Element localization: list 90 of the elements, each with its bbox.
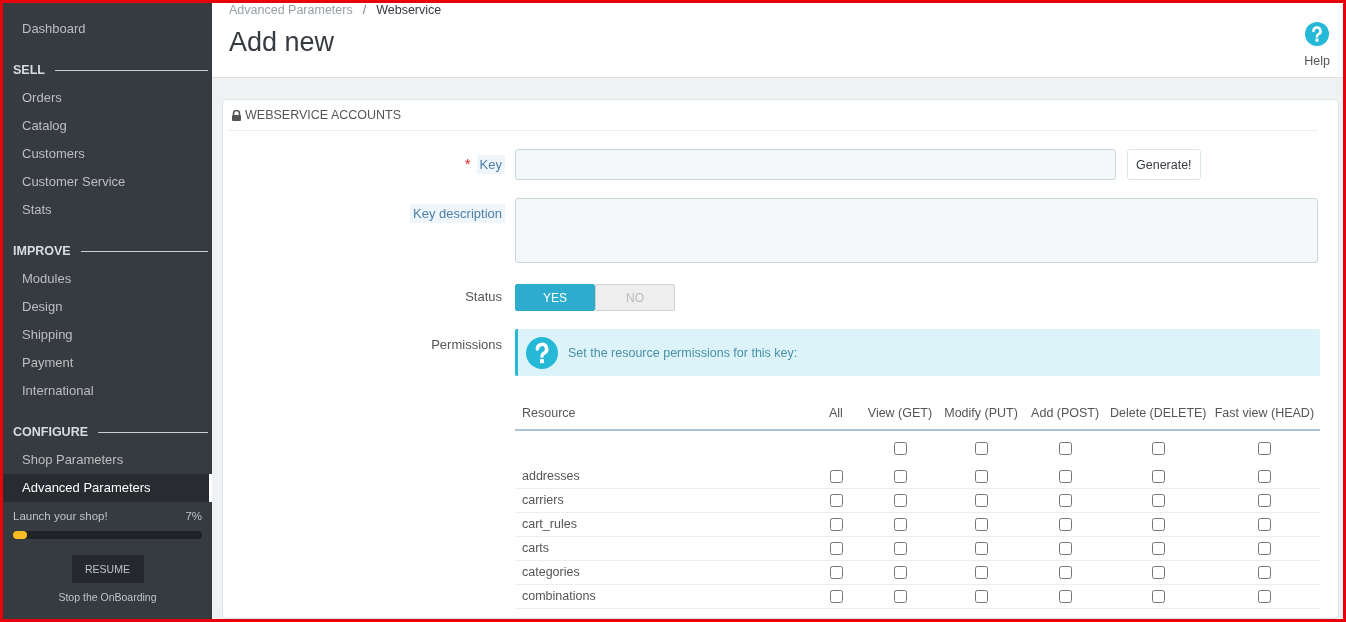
sidebar-item[interactable]: Customers — [3, 140, 212, 168]
sidebar-item[interactable]: Stats — [3, 196, 212, 224]
sidebar-item[interactable]: Design — [3, 293, 212, 321]
resume-button[interactable]: RESUME — [71, 555, 144, 583]
field-label: Status — [464, 288, 503, 306]
generate-button[interactable]: Generate! — [1127, 149, 1201, 180]
sidebar-item[interactable]: Orders — [3, 84, 212, 112]
checkbox[interactable] — [893, 590, 907, 604]
column-header: Fast view (HEAD) — [1209, 396, 1320, 430]
checkbox[interactable] — [975, 518, 989, 532]
checkbox[interactable] — [975, 494, 989, 508]
checkbox[interactable] — [1059, 542, 1073, 556]
section-title: CONFIGURE — [13, 425, 88, 439]
checkbox[interactable] — [893, 441, 907, 455]
resource-name: cart_rules — [522, 517, 577, 531]
sidebar-item[interactable]: International — [3, 377, 212, 405]
checkbox[interactable] — [1152, 494, 1166, 508]
checkbox[interactable] — [893, 518, 907, 532]
checkbox[interactable] — [1059, 441, 1073, 455]
column-header: Add (POST) — [1023, 396, 1108, 430]
checkbox[interactable] — [893, 566, 907, 580]
checkbox[interactable] — [829, 542, 843, 556]
sidebar-item[interactable]: Customer Service — [3, 168, 212, 196]
section-title: SELL — [13, 63, 45, 77]
key-input[interactable] — [515, 149, 1116, 180]
resource-name: categories — [522, 565, 580, 579]
checkbox[interactable] — [893, 542, 907, 556]
checkbox[interactable] — [1152, 518, 1166, 532]
column-header: Delete (DELETE) — [1107, 396, 1210, 430]
column-header: View (GET) — [861, 396, 940, 430]
checkbox[interactable] — [975, 469, 989, 483]
required-mark: * — [464, 155, 471, 172]
checkbox[interactable] — [975, 542, 989, 556]
checkbox[interactable] — [975, 441, 989, 455]
column-header: Resource — [515, 396, 812, 430]
checkbox[interactable] — [1059, 566, 1073, 580]
resource-name: combinations — [522, 589, 596, 603]
resource-name: addresses — [522, 468, 580, 483]
sidebar-item[interactable]: Shop Parameters — [3, 446, 212, 474]
checkbox[interactable] — [1152, 542, 1166, 556]
checkbox[interactable] — [1258, 590, 1272, 604]
checkbox[interactable] — [1152, 469, 1166, 483]
checkbox[interactable] — [975, 590, 989, 604]
resource-name: carriers — [522, 493, 564, 507]
checkbox[interactable] — [893, 494, 907, 508]
sidebar-item[interactable]: Shipping — [3, 321, 212, 349]
page-title: Add new — [229, 27, 336, 58]
checkbox[interactable] — [975, 566, 989, 580]
lock-icon — [232, 109, 241, 121]
checkbox[interactable] — [1258, 542, 1272, 556]
field-label: Key — [476, 155, 505, 174]
checkbox[interactable] — [829, 566, 843, 580]
checkbox[interactable] — [1258, 441, 1272, 455]
checkbox[interactable] — [893, 469, 907, 483]
checkbox[interactable] — [829, 590, 843, 604]
breadcrumb-separator: / — [362, 3, 367, 17]
checkbox[interactable] — [829, 518, 843, 532]
panel-title: WEBSERVICE ACCOUNTS — [245, 108, 402, 122]
info-text: Set the resource permissions for this key: — [568, 345, 798, 360]
help-icon — [1305, 22, 1330, 46]
resource-name: carts — [522, 541, 550, 555]
help-button[interactable]: Help — [1304, 3, 1343, 77]
checkbox[interactable] — [1258, 469, 1272, 483]
sidebar-item[interactable]: Dashboard — [3, 15, 212, 43]
checkbox[interactable] — [1258, 566, 1272, 580]
checkbox[interactable] — [1059, 590, 1073, 604]
checkbox[interactable] — [1258, 518, 1272, 532]
checkbox[interactable] — [1059, 469, 1073, 483]
checkbox[interactable] — [1258, 494, 1272, 508]
column-header: All — [811, 396, 862, 430]
onboarding-percent: 7% — [185, 510, 202, 522]
breadcrumb-link[interactable]: Webservice — [376, 3, 442, 17]
stop-onboarding-link[interactable]: Stop the OnBoarding — [58, 591, 157, 603]
checkbox[interactable] — [1152, 441, 1166, 455]
help-icon — [526, 336, 558, 369]
checkbox[interactable] — [1059, 518, 1073, 532]
checkbox[interactable] — [1152, 566, 1166, 580]
sidebar-item[interactable]: Advanced Parameters — [3, 474, 212, 502]
checkbox[interactable] — [1059, 494, 1073, 508]
onboarding-label: Launch your shop! — [13, 510, 108, 522]
field-label: Permissions — [430, 336, 503, 354]
column-header: Modify (PUT) — [939, 396, 1024, 430]
section-title: IMPROVE — [13, 244, 71, 258]
checkbox[interactable] — [1152, 590, 1166, 604]
sidebar-item[interactable]: Modules — [3, 265, 212, 293]
field-label: Key description — [410, 204, 505, 223]
sidebar-item[interactable]: Payment — [3, 349, 212, 377]
checkbox[interactable] — [829, 494, 843, 508]
sidebar-item[interactable]: Catalog — [3, 112, 212, 140]
checkbox[interactable] — [829, 469, 843, 483]
